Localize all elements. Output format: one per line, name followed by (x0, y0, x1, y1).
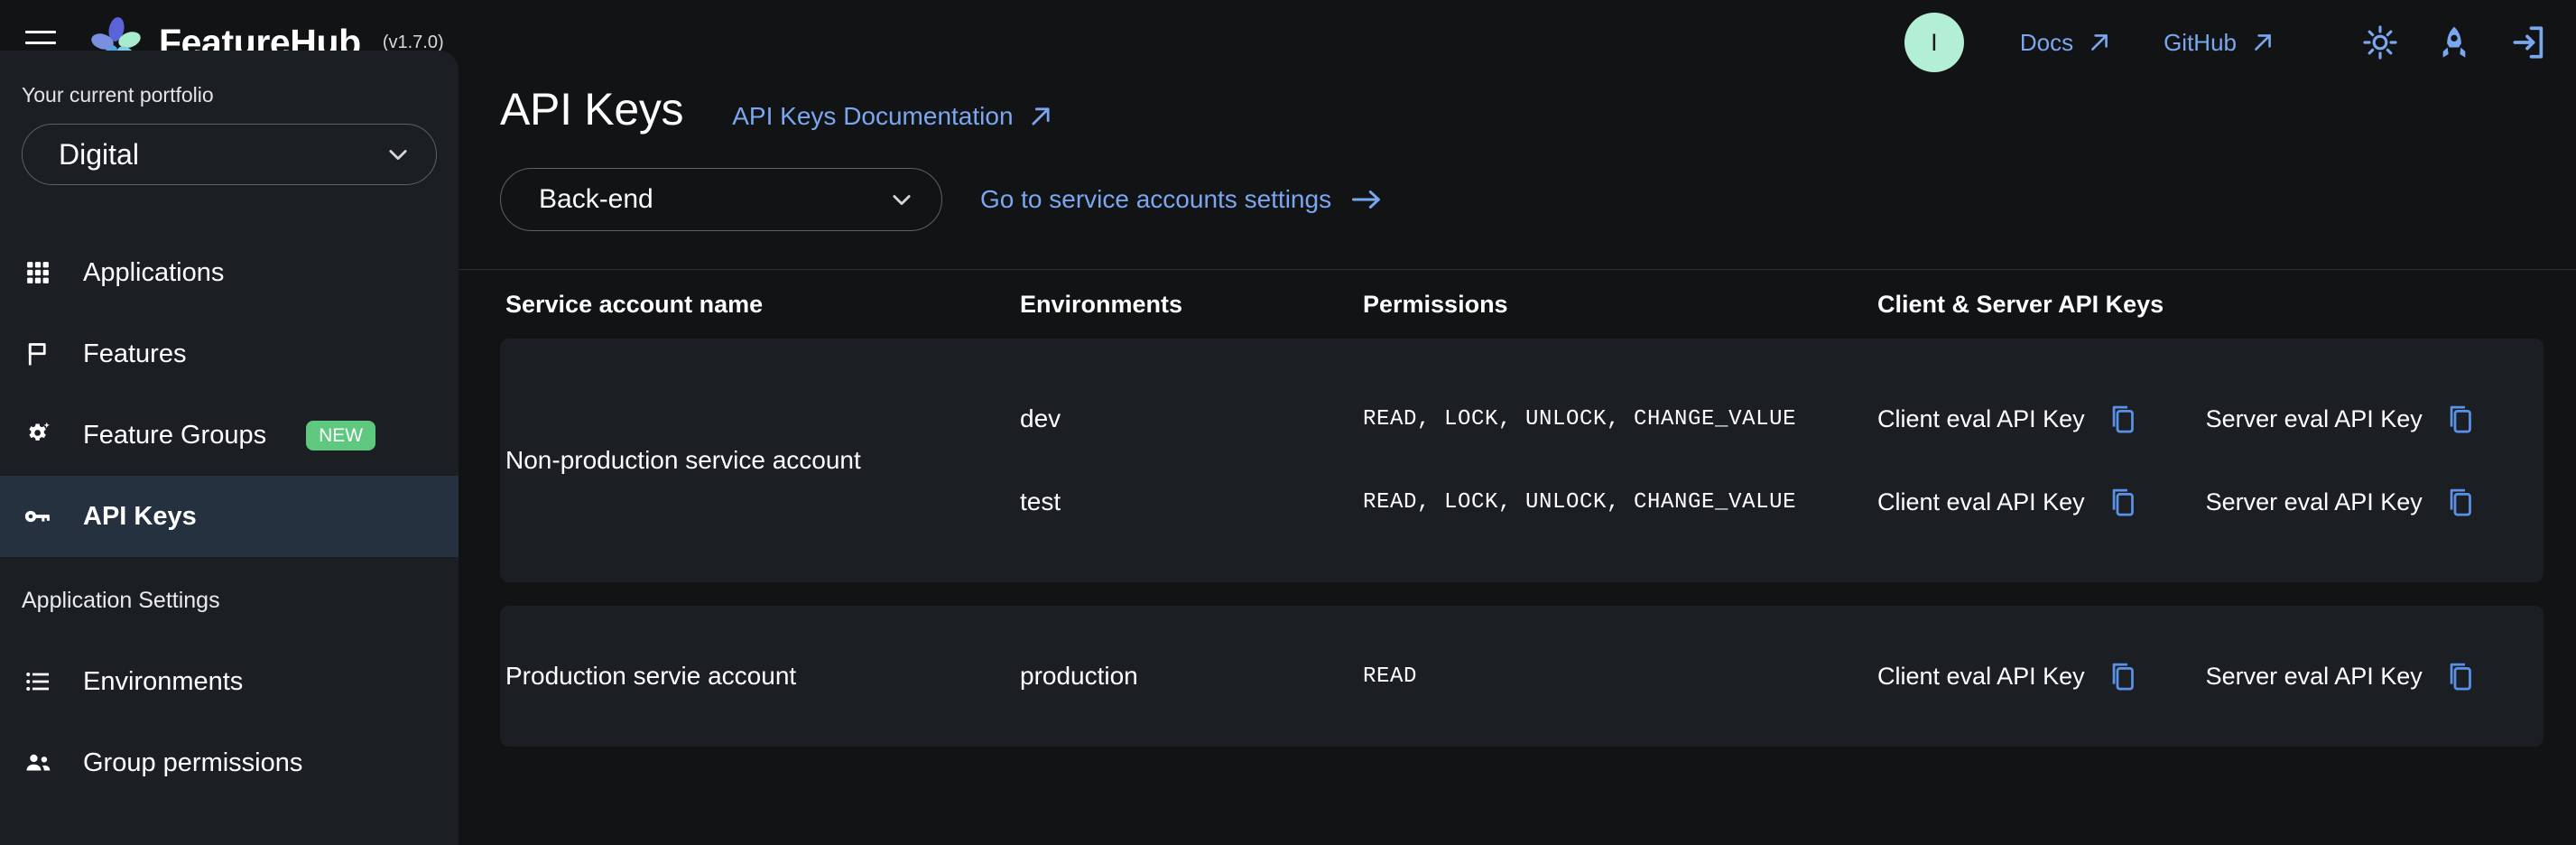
sidebar-item-feature-groups[interactable]: Feature Groups NEW (0, 395, 459, 476)
list-icon (20, 664, 56, 700)
sidebar-item-environments[interactable]: Environments (0, 641, 459, 722)
service-accounts-settings-link[interactable]: Go to service accounts settings (980, 185, 1382, 214)
chevron-down-icon (889, 187, 914, 212)
portfolio-select[interactable]: Digital (22, 124, 437, 185)
doc-link-label: API Keys Documentation (732, 102, 1013, 131)
key-icon (20, 498, 56, 534)
environment-name: production (1020, 662, 1363, 691)
column-header-permissions: Permissions (1363, 291, 1877, 319)
api-keys-table: Service account name Environments Permis… (459, 270, 2576, 747)
copy-icon[interactable] (2446, 661, 2475, 692)
api-key-actions: Client eval API Key Server eval API Key (1877, 487, 2544, 517)
environment-entry: production READ Client eval API Key Serv… (1020, 635, 2544, 718)
server-key-label: Server eval API Key (2206, 663, 2423, 691)
server-key-label: Server eval API Key (2206, 488, 2423, 516)
environment-select[interactable]: Back-end (500, 168, 942, 231)
sidebar-item-label: Environments (83, 667, 243, 697)
server-eval-api-key-copy[interactable]: Server eval API Key (2206, 404, 2475, 434)
sidebar: Your current portfolio Digital Applicati… (0, 51, 459, 845)
environment-entry: dev READ, LOCK, UNLOCK, CHANGE_VALUE Cli… (1020, 377, 2544, 460)
column-header-name: Service account name (505, 291, 1020, 319)
controls-row: Back-end Go to service accounts settings (459, 135, 2576, 231)
main-content: API Keys API Keys Documentation Back-end… (459, 51, 2576, 845)
client-eval-api-key-copy[interactable]: Client eval API Key (1877, 404, 2137, 434)
sidebar-item-label: Group permissions (83, 748, 302, 778)
chevron-down-icon (385, 142, 411, 167)
client-eval-api-key-copy[interactable]: Client eval API Key (1877, 661, 2137, 692)
environment-name: test (1020, 488, 1363, 516)
gear-sparkle-icon (20, 417, 56, 453)
server-key-label: Server eval API Key (2206, 405, 2423, 433)
column-header-keys: Client & Server API Keys (1877, 291, 2544, 319)
sidebar-item-label: API Keys (83, 502, 197, 532)
sidebar-item-group-permissions[interactable]: Group permissions (0, 722, 459, 803)
sidebar-item-label: Applications (83, 258, 224, 288)
column-header-environments: Environments (1020, 291, 1363, 319)
server-eval-api-key-copy[interactable]: Server eval API Key (2206, 661, 2475, 692)
page-title: API Keys (500, 83, 683, 135)
client-key-label: Client eval API Key (1877, 405, 2085, 433)
client-key-label: Client eval API Key (1877, 488, 2085, 516)
copy-icon[interactable] (2446, 487, 2475, 517)
sidebar-section-header: Application Settings (0, 588, 459, 614)
permissions-value: READ (1363, 664, 1877, 689)
external-link-icon (1028, 104, 1053, 129)
client-eval-api-key-copy[interactable]: Client eval API Key (1877, 487, 2137, 517)
copy-icon[interactable] (2108, 404, 2137, 434)
arrow-right-icon (1351, 188, 1382, 211)
environment-select-value: Back-end (539, 184, 653, 215)
table-row: Non-production service account dev READ,… (500, 339, 2544, 582)
api-keys-documentation-link[interactable]: API Keys Documentation (732, 102, 1052, 131)
environment-entries: production READ Client eval API Key Serv… (1020, 606, 2544, 747)
page-header: API Keys API Keys Documentation (459, 51, 2576, 135)
table-row: Production servie account production REA… (500, 606, 2544, 747)
sidebar-item-label: Features (83, 339, 186, 369)
service-account-name: Non-production service account (505, 339, 1020, 582)
table-header-row: Service account name Environments Permis… (500, 270, 2544, 339)
copy-icon[interactable] (2108, 487, 2137, 517)
api-key-actions: Client eval API Key Server eval API Key (1877, 404, 2544, 434)
portfolio-select-value: Digital (59, 138, 139, 172)
service-accounts-link-label: Go to service accounts settings (980, 185, 1331, 214)
permissions-value: READ, LOCK, UNLOCK, CHANGE_VALUE (1363, 490, 1877, 515)
sidebar-item-features[interactable]: Features (0, 313, 459, 395)
environment-name: dev (1020, 404, 1363, 433)
permissions-value: READ, LOCK, UNLOCK, CHANGE_VALUE (1363, 407, 1877, 432)
environment-entries: dev READ, LOCK, UNLOCK, CHANGE_VALUE Cli… (1020, 339, 2544, 582)
sidebar-item-api-keys[interactable]: API Keys (0, 476, 459, 557)
people-group-icon (20, 745, 56, 781)
status-badge: NEW (306, 421, 375, 450)
service-account-name: Production servie account (505, 606, 1020, 747)
api-key-actions: Client eval API Key Server eval API Key (1877, 661, 2544, 692)
copy-icon[interactable] (2108, 661, 2137, 692)
flag-icon (20, 336, 56, 372)
sidebar-item-label: Feature Groups (83, 421, 266, 450)
portfolio-label: Your current portfolio (0, 83, 459, 107)
environment-entry: test READ, LOCK, UNLOCK, CHANGE_VALUE Cl… (1020, 460, 2544, 543)
grid-apps-icon (20, 255, 56, 291)
copy-icon[interactable] (2446, 404, 2475, 434)
client-key-label: Client eval API Key (1877, 663, 2085, 691)
sidebar-item-applications[interactable]: Applications (0, 232, 459, 313)
server-eval-api-key-copy[interactable]: Server eval API Key (2206, 487, 2475, 517)
app-root: FeatureHub (v1.7.0) I Docs GitHub (0, 0, 2576, 845)
